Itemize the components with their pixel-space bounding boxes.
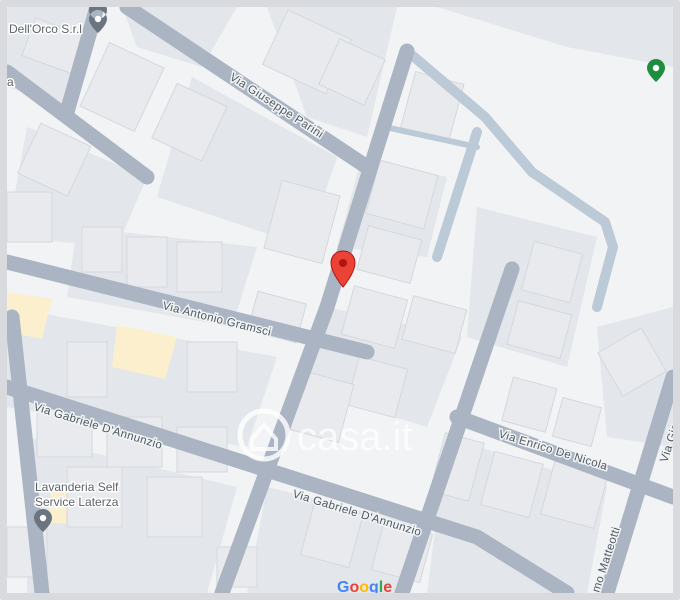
svg-text:Google: Google	[337, 579, 392, 593]
poi-label-lavanderia-line2: Service Laterza	[35, 495, 119, 509]
poi-label-lavanderia-line1: Lavanderia Self	[35, 480, 119, 494]
watermark-text: casa.it	[297, 415, 413, 459]
map-svg[interactable]: Via Giuseppe Parini Via Antonio Gramsci …	[7, 7, 673, 593]
poi-marker-icon[interactable]	[647, 59, 665, 82]
map-canvas[interactable]: Via Giuseppe Parini Via Antonio Gramsci …	[7, 7, 673, 593]
google-attribution: Google	[337, 579, 392, 593]
poi-label-dellorco: Dell'Orco S.r.l	[9, 22, 82, 36]
poi-label-top-left-fragment: a	[7, 75, 14, 89]
